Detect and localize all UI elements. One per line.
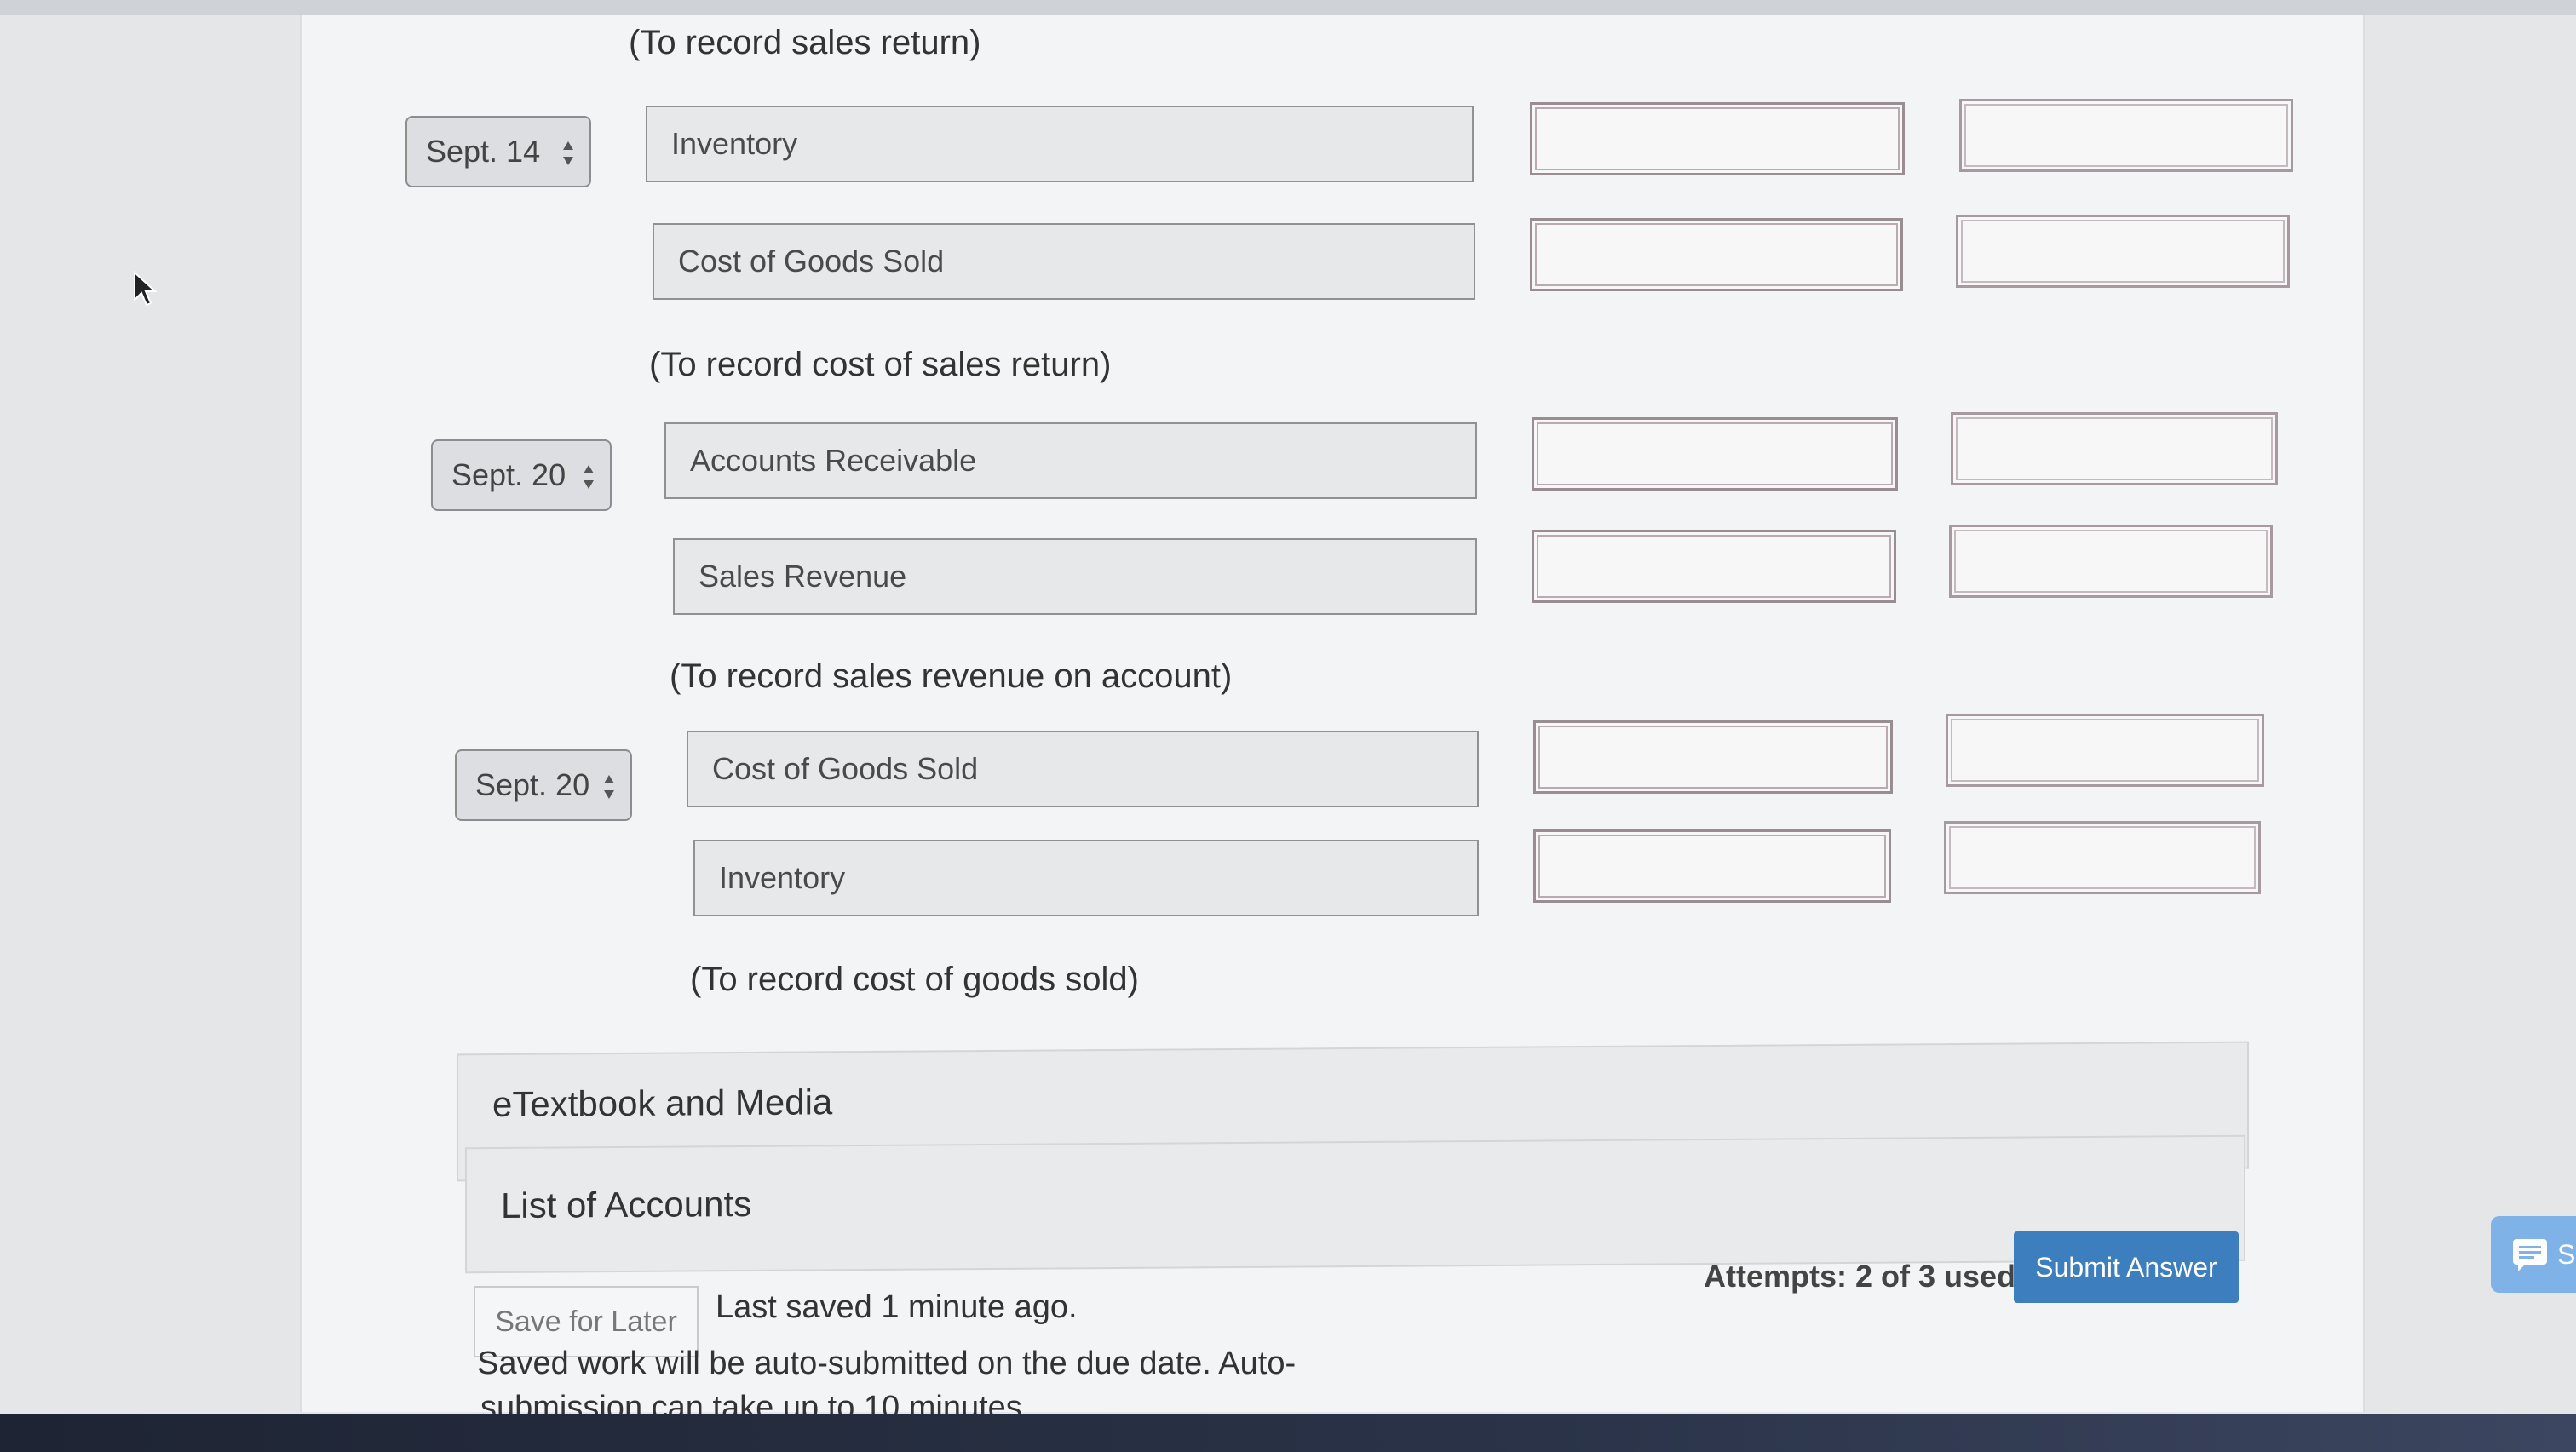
entry-caption: (To record cost of sales return): [649, 346, 1112, 383]
top-bar: [0, 0, 2576, 15]
entry-caption: (To record cost of goods sold): [690, 961, 1139, 998]
debit-amount-input[interactable]: [1533, 829, 1891, 903]
autosubmit-note-line1: Saved work will be auto-submitted on the…: [477, 1346, 1297, 1381]
desktop-bottom-strip: [0, 1414, 2576, 1452]
debit-amount-input[interactable]: [1533, 720, 1893, 794]
credit-amount-input[interactable]: [1949, 525, 2273, 598]
account-field[interactable]: Accounts Receivable: [664, 422, 1477, 499]
credit-amount-input[interactable]: [1951, 412, 2278, 485]
debit-amount-input[interactable]: [1532, 530, 1896, 603]
debit-amount-input[interactable]: [1530, 102, 1905, 175]
etextbook-accordion-label: eTextbook and Media: [492, 1082, 833, 1125]
entry-caption: (To record sales revenue on account): [670, 657, 1233, 695]
account-field[interactable]: Sales Revenue: [673, 538, 1477, 615]
mouse-cursor-icon: [134, 271, 158, 307]
submit-answer-button[interactable]: Submit Answer: [2014, 1231, 2239, 1303]
date-select-value: Sept. 14: [426, 134, 541, 169]
debit-amount-input[interactable]: [1532, 417, 1898, 491]
chat-icon: [2513, 1239, 2547, 1271]
chat-button-label: S: [2557, 1238, 2576, 1270]
date-select-sept-20[interactable]: Sept. 20: [431, 439, 612, 511]
debit-amount-input[interactable]: [1530, 218, 1903, 291]
account-field[interactable]: Cost of Goods Sold: [653, 223, 1475, 300]
date-select-value: Sept. 20: [475, 767, 590, 802]
date-select-sept-20[interactable]: Sept. 20: [455, 749, 632, 821]
account-field[interactable]: Inventory: [646, 106, 1474, 182]
entry-caption: (To record sales return): [629, 24, 981, 61]
select-arrows-icon: [584, 465, 594, 489]
accounts-accordion[interactable]: List of Accounts: [465, 1134, 2245, 1274]
date-select-sept-14[interactable]: Sept. 14: [405, 116, 591, 187]
attempts-text: Attempts: 2 of 3 used: [1704, 1259, 2016, 1294]
chat-button[interactable]: S: [2491, 1216, 2576, 1293]
accounts-accordion-label: List of Accounts: [501, 1183, 752, 1226]
date-select-value: Sept. 20: [451, 457, 566, 492]
credit-amount-input[interactable]: [1946, 714, 2264, 787]
select-arrows-icon: [604, 775, 614, 799]
credit-amount-input[interactable]: [1956, 215, 2290, 288]
account-field[interactable]: Inventory: [693, 840, 1479, 916]
last-saved-text: Last saved 1 minute ago.: [716, 1289, 1078, 1325]
account-field[interactable]: Cost of Goods Sold: [687, 731, 1479, 807]
select-arrows-icon: [563, 141, 573, 165]
credit-amount-input[interactable]: [1944, 821, 2261, 894]
credit-amount-input[interactable]: [1959, 99, 2293, 172]
